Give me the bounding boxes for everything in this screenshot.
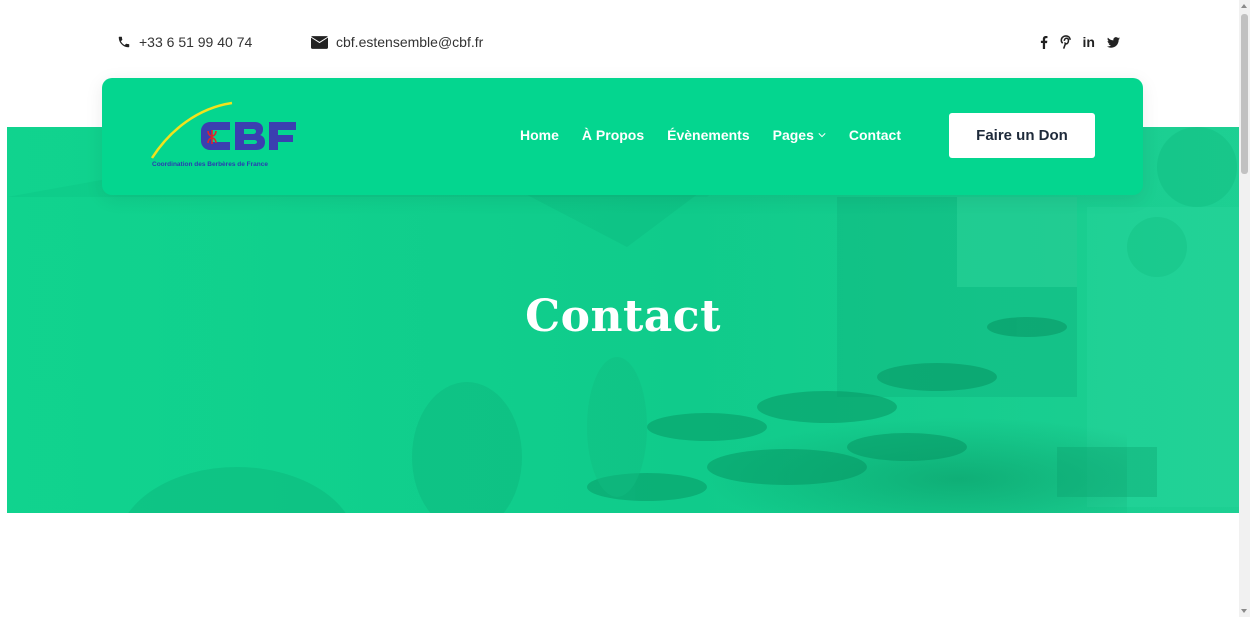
- scrollbar-thumb[interactable]: [1241, 14, 1248, 174]
- scroll-up-arrow-icon[interactable]: [1241, 4, 1247, 8]
- page-title: Contact: [525, 291, 721, 342]
- phone-contact[interactable]: +33 6 51 99 40 74: [117, 34, 252, 50]
- pinterest-icon[interactable]: [1060, 35, 1071, 49]
- nav-item-label: À Propos: [581, 127, 645, 143]
- main-navbar: Coordination des Berbères de France Home…: [102, 78, 1143, 195]
- email-address: cbf.estensemble@cbf.fr: [336, 34, 484, 50]
- nav-item-evenements[interactable]: Évènements: [667, 127, 749, 143]
- nav-item-home[interactable]: Home: [520, 127, 559, 143]
- nav-item-label: Contact: [848, 127, 901, 143]
- social-links: in: [1020, 34, 1120, 50]
- nav-item-label: Évènements: [667, 127, 750, 143]
- nav-item-a-propos[interactable]: À Propos: [582, 127, 644, 143]
- email-contact[interactable]: cbf.estensemble@cbf.fr: [311, 34, 483, 50]
- donate-button[interactable]: Faire un Don: [949, 113, 1095, 158]
- top-bar: +33 6 51 99 40 74 cbf.estensemble@cbf.fr…: [0, 0, 1239, 78]
- cbf-logo[interactable]: Coordination des Berbères de France: [148, 100, 308, 172]
- twitter-icon[interactable]: [1107, 36, 1120, 48]
- page: +33 6 51 99 40 74 cbf.estensemble@cbf.fr…: [0, 0, 1250, 617]
- linkedin-icon[interactable]: in: [1083, 34, 1095, 50]
- facebook-icon[interactable]: [1040, 35, 1048, 49]
- nav-item-label: Home: [520, 127, 559, 143]
- nav-links: Home À Propos Évènements Pages Contact: [520, 127, 924, 143]
- nav-item-label: Pages: [772, 127, 814, 143]
- page-scrollbar[interactable]: [1239, 0, 1250, 617]
- phone-number: +33 6 51 99 40 74: [139, 34, 253, 50]
- phone-icon: [117, 35, 131, 49]
- nav-item-pages[interactable]: Pages: [773, 127, 826, 143]
- envelope-icon: [311, 35, 328, 49]
- logo-caption: Coordination des Berbères de France: [152, 161, 268, 168]
- scroll-down-arrow-icon[interactable]: [1241, 609, 1247, 613]
- chevron-down-icon: [818, 132, 826, 138]
- nav-item-contact[interactable]: Contact: [849, 127, 901, 143]
